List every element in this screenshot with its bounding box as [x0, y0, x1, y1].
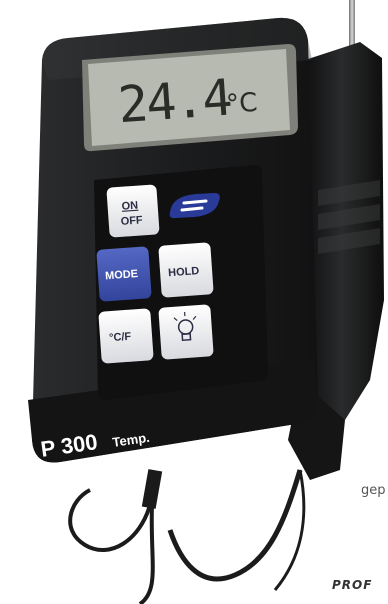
mode-label: MODE — [105, 268, 139, 282]
probe-rod — [349, 0, 355, 48]
on-label: ON — [121, 200, 138, 213]
footer-fragment: PROF — [332, 578, 373, 592]
unit-toggle-label: °C/F — [109, 331, 132, 345]
temperature-reading: 24.4 — [116, 69, 232, 135]
light-button[interactable] — [158, 304, 214, 360]
on-off-button[interactable]: ON OFF — [106, 184, 160, 238]
hold-button[interactable]: HOLD — [158, 242, 214, 298]
caption-fragment: gep — [361, 483, 386, 498]
temperature-unit: °C — [225, 88, 258, 120]
thermometer-photo: 24.4 °C ON OFF MODE HOLD °C/F P 300 Temp… — [28, 0, 384, 604]
unit-toggle-button[interactable]: °C/F — [98, 308, 154, 364]
hold-label: HOLD — [168, 265, 200, 279]
lcd-display: 24.4 °C — [82, 44, 298, 152]
off-label: OFF — [120, 214, 143, 228]
mode-button[interactable]: MODE — [96, 246, 152, 302]
bottom-cable — [68, 469, 163, 604]
probe-cable — [167, 469, 306, 591]
